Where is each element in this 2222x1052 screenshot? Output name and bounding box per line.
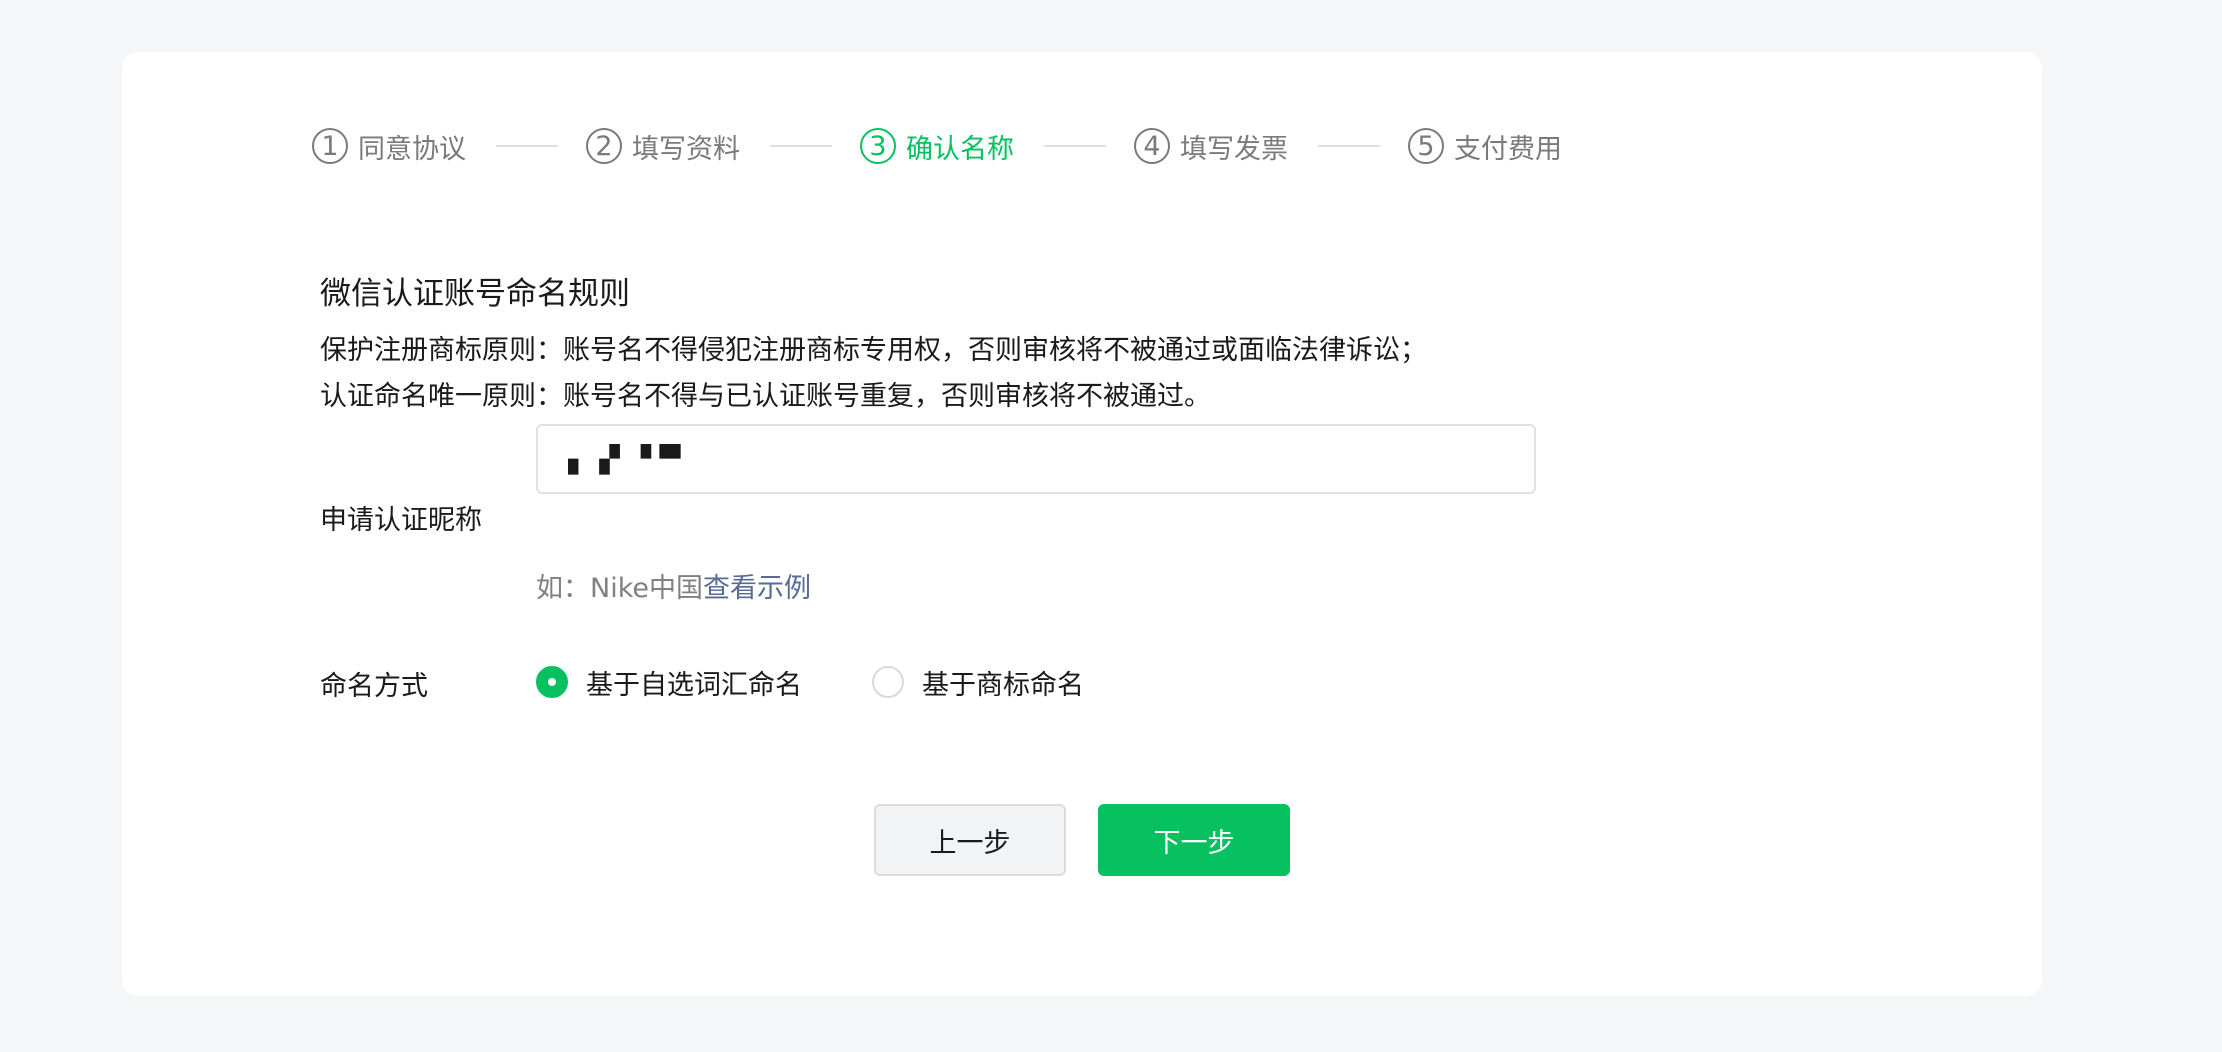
step-number: 4 [1134, 128, 1170, 164]
naming-method-label: 命名方式 [320, 671, 428, 702]
step-label: 填写发票 [1180, 133, 1288, 165]
step-fill-info: 2 填写资料 [586, 124, 740, 168]
step-label: 填写资料 [632, 133, 740, 165]
nickname-label: 申请认证昵称 [320, 505, 482, 536]
radio-checked-icon [536, 666, 568, 698]
view-example-link[interactable]: 查看示例 [703, 573, 811, 604]
step-label: 同意协议 [358, 133, 466, 165]
nickname-hint: 如：Nike中国查看示例 [536, 566, 811, 605]
step-confirm-name: 3 确认名称 [860, 124, 1014, 168]
step-number: 2 [586, 128, 622, 164]
radio-trademark[interactable]: 基于商标命名 [872, 663, 1084, 702]
next-step-button[interactable]: 下一步 [1098, 804, 1290, 876]
radio-label: 基于商标命名 [922, 669, 1084, 701]
step-agree: 1 同意协议 [312, 124, 466, 168]
radio-custom-words[interactable]: 基于自选词汇命名 [536, 663, 802, 702]
rule-trademark: 保护注册商标原则：账号名不得侵犯注册商标专用权，否则审核将不被通过或面临法律诉讼… [320, 335, 1427, 366]
step-number: 3 [860, 128, 896, 164]
naming-method-radio-group: 基于自选词汇命名 基于商标命名 [536, 663, 1154, 702]
step-number: 1 [312, 128, 348, 164]
rule-unique-name: 认证命名唯一原则：账号名不得与已认证账号重复，否则审核将不被通过。 [320, 381, 1211, 412]
hint-example: 如：Nike中国 [536, 573, 703, 604]
step-invoice: 4 填写发票 [1134, 124, 1288, 168]
nickname-input[interactable] [536, 424, 1536, 494]
step-number: 5 [1408, 128, 1444, 164]
step-divider [1318, 145, 1380, 147]
radio-unchecked-icon [872, 666, 904, 698]
step-divider [1044, 145, 1106, 147]
previous-step-button[interactable]: 上一步 [874, 804, 1066, 876]
step-divider [496, 145, 558, 147]
rules-title: 微信认证账号命名规则 [320, 276, 630, 312]
step-divider [770, 145, 832, 147]
radio-label: 基于自选词汇命名 [586, 669, 802, 701]
step-label: 确认名称 [906, 133, 1014, 165]
step-payment: 5 支付费用 [1408, 124, 1562, 168]
stepper: 1 同意协议 2 填写资料 3 确认名称 4 填写发票 5 支付费用 [312, 124, 1562, 168]
step-label: 支付费用 [1454, 133, 1562, 165]
